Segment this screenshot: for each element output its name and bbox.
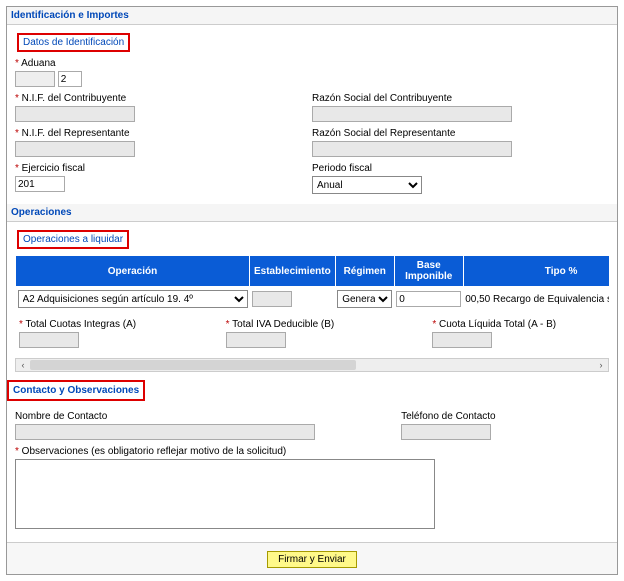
label-nif-contribuyente: * N.I.F. del Contribuyente <box>15 93 312 104</box>
section-title-operaciones: Operaciones <box>7 204 617 222</box>
th-base: Base Imponible <box>394 256 463 287</box>
label-razon-contribuyente: Razón Social del Contribuyente <box>312 93 609 104</box>
input-establecimiento[interactable] <box>252 291 292 307</box>
label-nif-representante: * N.I.F. del Representante <box>15 128 312 139</box>
input-nif-representante[interactable] <box>15 141 135 157</box>
label-aduana: * Aduana <box>15 58 609 69</box>
input-aduana-2[interactable] <box>58 71 82 87</box>
label-cuota-liquida: * Cuota Líquida Total (A - B) <box>432 319 609 330</box>
input-nombre-contacto[interactable] <box>15 424 315 440</box>
label-ejercicio-fiscal: * Ejercicio fiscal <box>15 163 312 174</box>
label-periodo-fiscal: Periodo fiscal <box>312 163 609 174</box>
operations-table-scroll[interactable]: Operación Establecimiento Régimen Base I… <box>15 255 609 311</box>
scroll-left-icon[interactable]: ‹ <box>16 359 30 371</box>
th-establecimiento: Establecimiento <box>250 256 336 287</box>
select-operacion[interactable]: A2 Adquisiciones según artículo 19. 4º <box>18 290 248 308</box>
th-regimen: Régimen <box>335 256 394 287</box>
link-operaciones-liquidar[interactable]: Operaciones a liquidar <box>17 230 129 249</box>
horizontal-scrollbar[interactable]: ‹ › <box>15 358 609 372</box>
label-razon-representante: Razón Social del Representante <box>312 128 609 139</box>
input-ejercicio-fiscal[interactable] <box>15 176 65 192</box>
operations-table: Operación Establecimiento Régimen Base I… <box>15 255 609 311</box>
select-periodo-fiscal[interactable]: Anual <box>312 176 422 194</box>
input-nif-contribuyente[interactable] <box>15 106 135 122</box>
select-regimen[interactable]: General <box>337 290 392 308</box>
section-title-identificacion: Identificación e Importes <box>7 7 617 25</box>
table-row: A2 Adquisiciones según artículo 19. 4º G… <box>16 287 610 312</box>
label-telefono-contacto: Teléfono de Contacto <box>401 411 609 422</box>
section-title-contacto: Contacto y Observaciones <box>7 380 145 401</box>
scroll-thumb[interactable] <box>30 360 356 370</box>
label-nombre-contacto: Nombre de Contacto <box>15 411 401 422</box>
input-base-imponible[interactable] <box>396 291 461 307</box>
input-telefono-contacto[interactable] <box>401 424 491 440</box>
th-operacion: Operación <box>16 256 250 287</box>
textarea-observaciones[interactable] <box>15 459 435 529</box>
scroll-right-icon[interactable]: › <box>594 359 608 371</box>
label-total-iva: * Total IVA Deducible (B) <box>226 319 403 330</box>
input-razon-contribuyente[interactable] <box>312 106 512 122</box>
input-razon-representante[interactable] <box>312 141 512 157</box>
submit-button[interactable]: Firmar y Enviar <box>267 551 357 568</box>
input-aduana-1[interactable] <box>15 71 55 87</box>
input-cuota-liquida[interactable] <box>432 332 492 348</box>
th-tipo: Tipo % <box>463 256 609 287</box>
cell-tipo: 00,50 Recargo de Equivalencia superreduc <box>463 287 609 312</box>
input-total-cuotas[interactable] <box>19 332 79 348</box>
label-observaciones: * Observaciones (es obligatorio reflejar… <box>15 446 609 457</box>
link-datos-identificacion[interactable]: Datos de Identificación <box>17 33 130 52</box>
input-total-iva[interactable] <box>226 332 286 348</box>
label-total-cuotas: * Total Cuotas Integras (A) <box>19 319 196 330</box>
